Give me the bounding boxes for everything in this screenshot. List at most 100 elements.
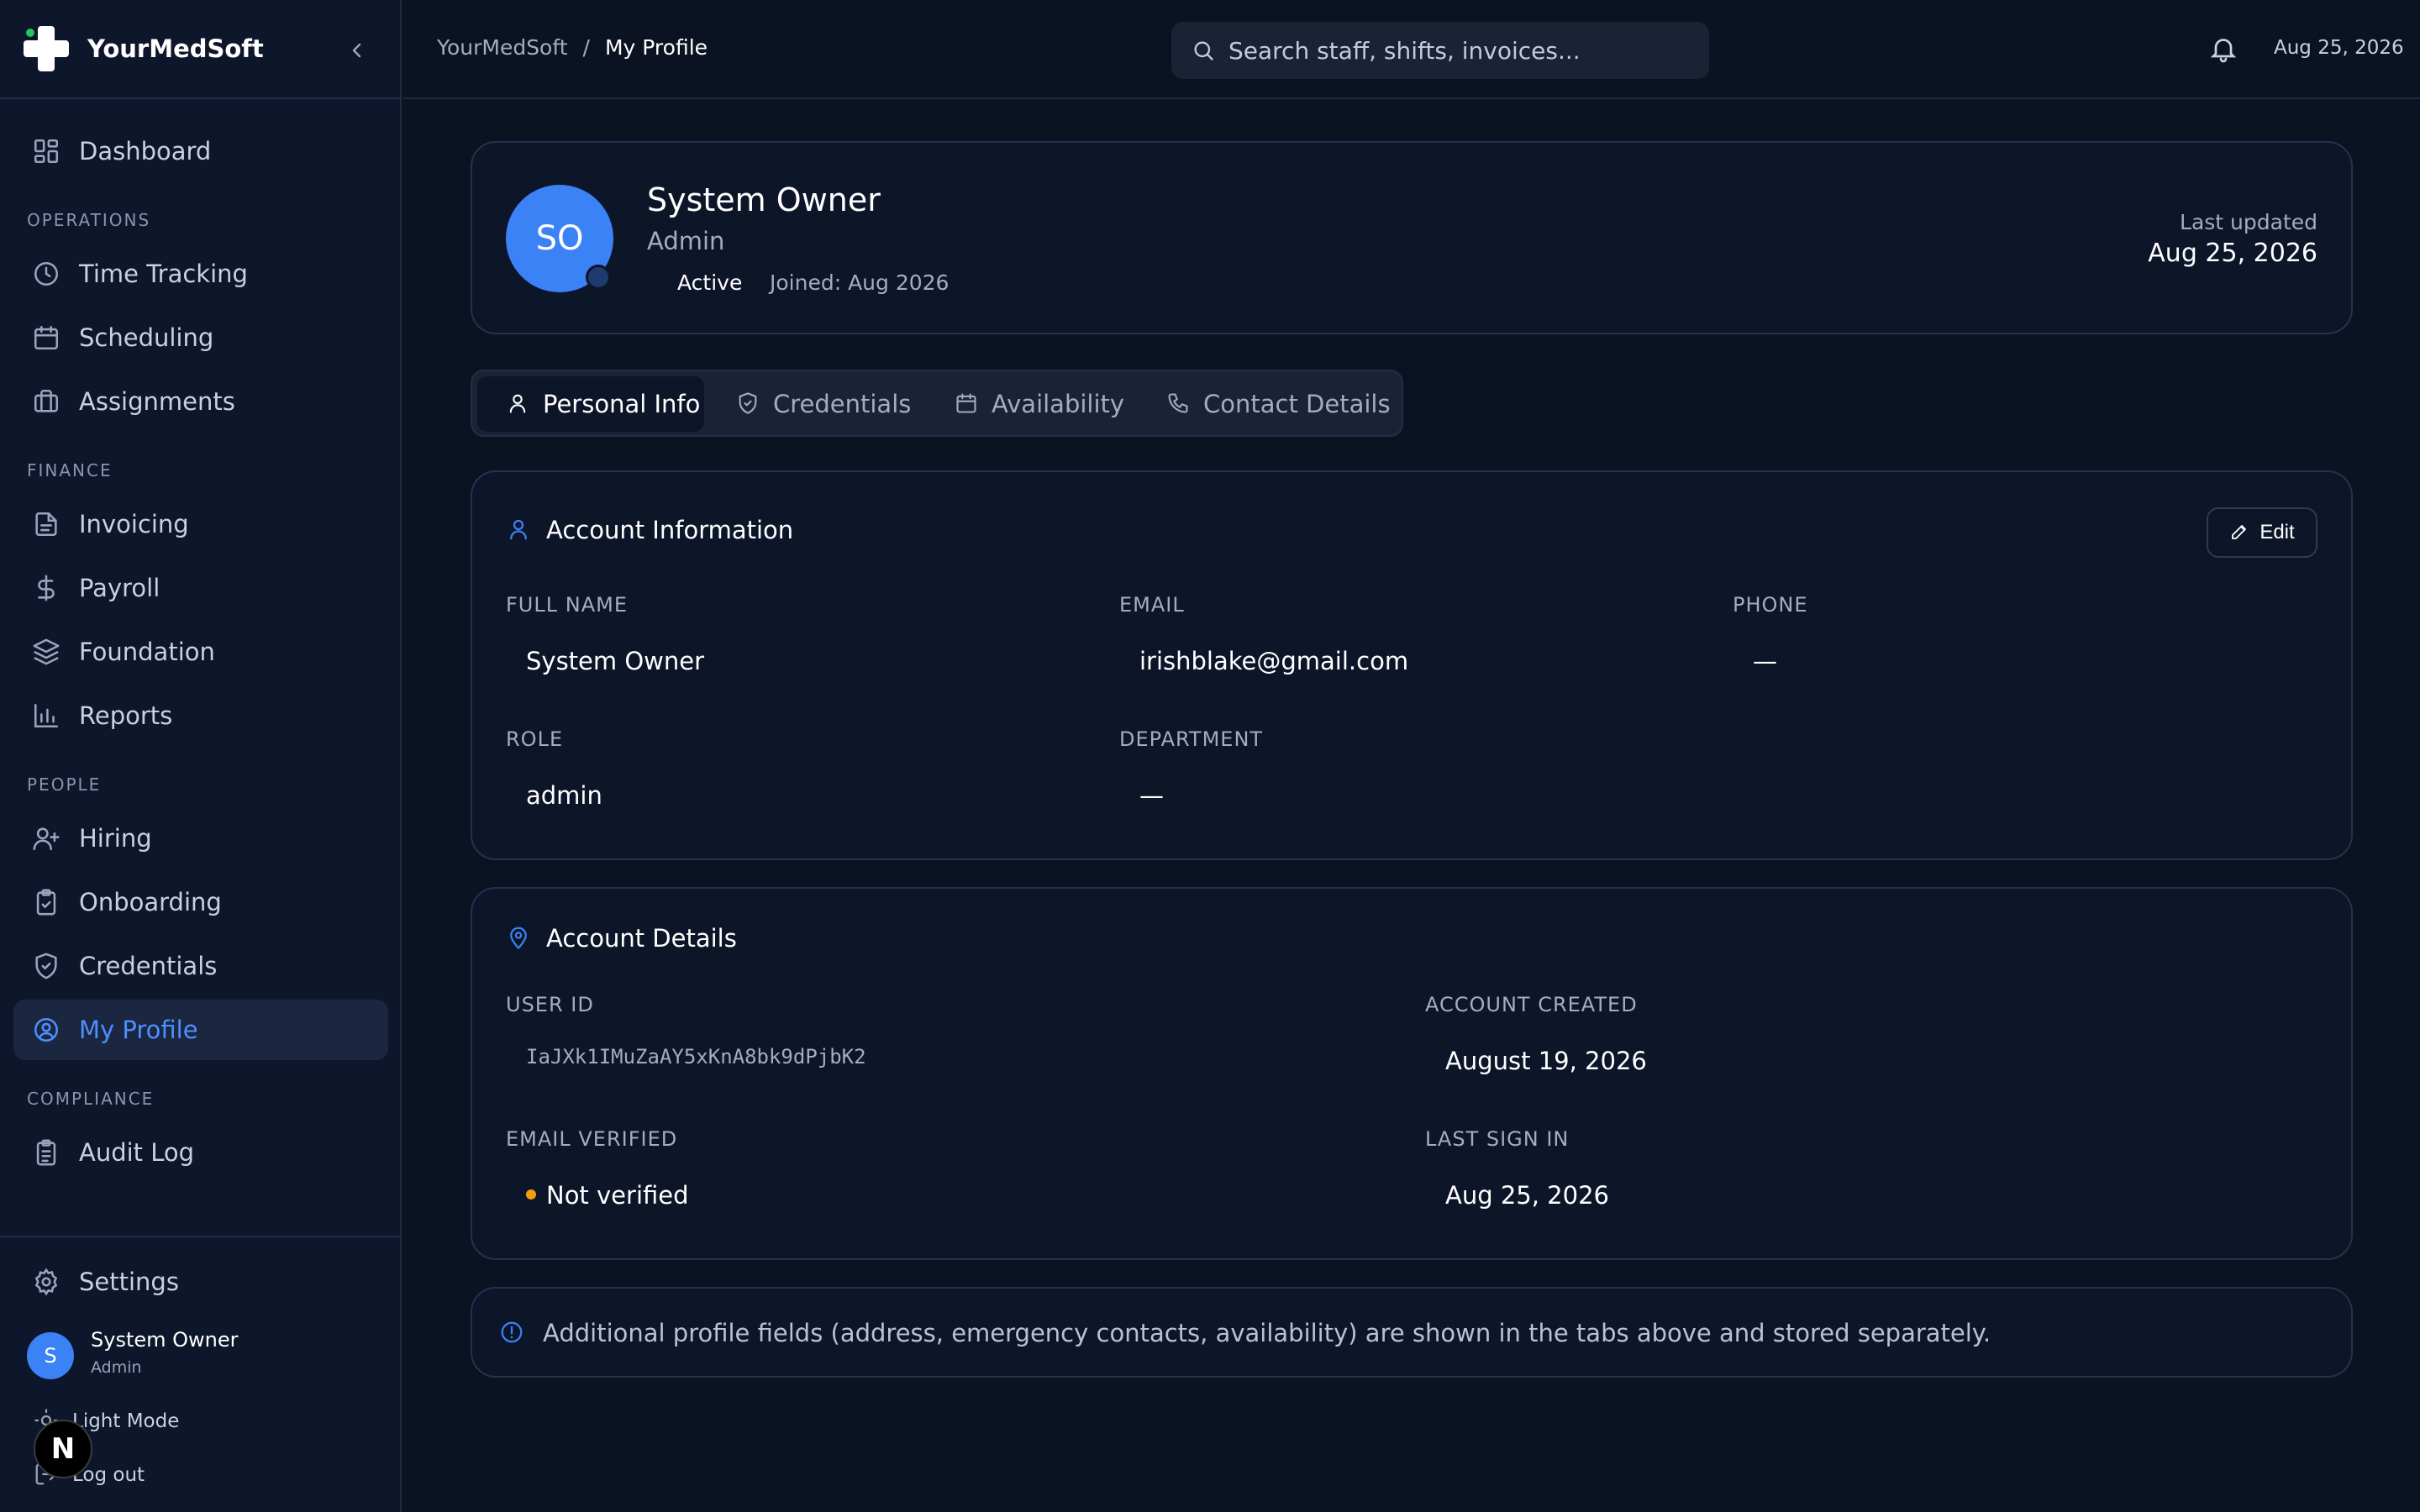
avatar-upload-indicator[interactable] xyxy=(586,265,611,290)
status-badge: Active xyxy=(677,270,743,295)
sidebar-item-invoicing[interactable]: Invoicing xyxy=(13,494,388,554)
department-label: DEPARTMENT xyxy=(1119,727,1264,751)
sidebar-item-time-tracking[interactable]: Time Tracking xyxy=(13,244,388,304)
section-people: PEOPLE xyxy=(27,774,102,795)
tab-personal-info[interactable]: Personal Info xyxy=(477,376,704,432)
tab-contact-details[interactable]: Contact Details xyxy=(1166,376,1393,432)
dashboard-icon xyxy=(30,135,62,167)
account-information-card: Account Information Edit FULL NAME Syste… xyxy=(471,470,2353,860)
warning-dot xyxy=(526,1189,536,1200)
sidebar-item-credentials[interactable]: Credentials xyxy=(13,936,388,996)
section-operations: OPERATIONS xyxy=(27,210,151,230)
sidebar-item-scheduling[interactable]: Scheduling xyxy=(13,307,388,368)
tab-label: Credentials xyxy=(773,390,912,418)
email-value: irishblake@gmail.com xyxy=(1139,647,1409,675)
chevron-left-icon xyxy=(347,40,367,60)
clipboard-list-icon xyxy=(30,1137,62,1168)
role-value: admin xyxy=(526,781,602,810)
gear-icon xyxy=(30,1266,62,1298)
search-input[interactable] xyxy=(1228,36,1699,65)
breadcrumb-current: My Profile xyxy=(604,35,708,60)
pencil-icon xyxy=(2229,522,2251,543)
card-title-text: Account Details xyxy=(546,924,737,953)
sidebar-item-settings[interactable]: Settings xyxy=(13,1252,388,1312)
info-note-card: Additional profile fields (address, emer… xyxy=(471,1287,2353,1378)
account-details-title: Account Details xyxy=(506,924,737,953)
joined-date: Joined: Aug 2026 xyxy=(770,270,950,295)
last-sign-in-value: Aug 25, 2026 xyxy=(1445,1181,1609,1210)
user-plus-icon xyxy=(30,822,62,854)
email-verified-text: Not verified xyxy=(546,1181,689,1210)
last-updated-label: Last updated xyxy=(2180,210,2317,234)
clock-icon xyxy=(30,258,62,290)
tab-label: Contact Details xyxy=(1203,390,1391,418)
topbar: YourMedSoft / My Profile Aug 25, 2026 xyxy=(403,0,2420,99)
edit-button[interactable]: Edit xyxy=(2207,507,2317,558)
sidebar-item-audit-log[interactable]: Audit Log xyxy=(13,1122,388,1183)
user-circle-icon xyxy=(30,1014,62,1046)
bell-icon xyxy=(2208,34,2242,64)
account-created-value: August 19, 2026 xyxy=(1445,1047,1647,1075)
shield-check-icon xyxy=(30,950,62,982)
last-sign-in-label: LAST SIGN IN xyxy=(1425,1127,1570,1151)
sidebar-item-reports[interactable]: Reports xyxy=(13,685,388,746)
sidebar-item-label: Time Tracking xyxy=(79,260,248,288)
sidebar-item-label: Assignments xyxy=(79,387,235,416)
profile-role: Admin xyxy=(647,227,725,255)
user-icon xyxy=(506,517,533,543)
account-details-card: Account Details USER ID IaJXk1IMuZaAY5xK… xyxy=(471,887,2353,1260)
sidebar-item-dashboard[interactable]: Dashboard xyxy=(13,121,388,181)
sidebar-item-label: Reports xyxy=(79,701,173,730)
phone-value: — xyxy=(1753,647,1777,675)
sidebar-divider xyxy=(0,1236,402,1237)
breadcrumb-root[interactable]: YourMedSoft xyxy=(437,35,568,60)
sidebar: YourMedSoft Dashboard OPERATIONS Time Tr… xyxy=(0,0,402,1512)
dev-tools-badge[interactable]: N xyxy=(34,1420,92,1478)
sidebar-item-payroll[interactable]: Payroll xyxy=(13,558,388,618)
sidebar-item-foundation[interactable]: Foundation xyxy=(13,622,388,682)
dollar-icon xyxy=(30,572,62,604)
role-label: ROLE xyxy=(506,727,564,751)
user-avatar[interactable]: S xyxy=(27,1332,74,1379)
search-bar[interactable] xyxy=(1171,22,1709,79)
tab-availability[interactable]: Availability xyxy=(955,376,1139,432)
sidebar-user-name: System Owner xyxy=(91,1328,239,1352)
card-title-text: Account Information xyxy=(546,516,794,544)
profile-name: System Owner xyxy=(647,181,881,218)
email-label: EMAIL xyxy=(1119,593,1185,617)
section-compliance: COMPLIANCE xyxy=(27,1089,155,1109)
layers-icon xyxy=(30,636,62,668)
sidebar-item-label: Settings xyxy=(79,1268,179,1296)
department-value: — xyxy=(1139,781,1164,810)
info-note-text: Additional profile fields (address, emer… xyxy=(543,1319,1991,1347)
section-finance: FINANCE xyxy=(27,460,113,480)
collapse-sidebar-button[interactable] xyxy=(340,34,374,67)
account-information-title: Account Information xyxy=(506,516,793,544)
sidebar-item-label: Audit Log xyxy=(79,1138,195,1167)
profile-header-card: SO System Owner Admin Active Joined: Aug… xyxy=(471,141,2353,334)
sidebar-item-my-profile[interactable]: My Profile xyxy=(13,1000,388,1060)
info-note: Additional profile fields (address, emer… xyxy=(499,1319,1991,1347)
light-mode-label: Light Mode xyxy=(72,1410,180,1432)
tab-credentials[interactable]: Credentials xyxy=(736,376,929,432)
sidebar-item-label: Payroll xyxy=(79,574,160,602)
sidebar-item-label: Onboarding xyxy=(79,888,222,916)
sidebar-item-assignments[interactable]: Assignments xyxy=(13,371,388,432)
breadcrumb: YourMedSoft / My Profile xyxy=(437,35,708,60)
brand-name: YourMedSoft xyxy=(87,34,264,63)
calendar-icon xyxy=(955,391,980,417)
sidebar-item-hiring[interactable]: Hiring xyxy=(13,808,388,869)
current-date: Aug 25, 2026 xyxy=(2274,37,2404,59)
search-icon xyxy=(1192,39,1215,62)
shield-check-icon xyxy=(736,391,761,417)
sidebar-item-label: Invoicing xyxy=(79,510,189,538)
sidebar-item-label: Foundation xyxy=(79,638,215,666)
info-icon xyxy=(499,1320,526,1347)
medical-cross-logo-icon xyxy=(22,24,71,73)
phone-label: PHONE xyxy=(1733,593,1808,617)
user-id-label: USER ID xyxy=(506,993,594,1016)
sidebar-item-onboarding[interactable]: Onboarding xyxy=(13,872,388,932)
user-id-value: IaJXk1IMuZaAY5xKnA8bk9dPjbK2 xyxy=(526,1045,866,1068)
notifications-button[interactable] xyxy=(2208,34,2242,67)
profile-tabs: Personal Info Credentials Availability C… xyxy=(471,370,1403,437)
